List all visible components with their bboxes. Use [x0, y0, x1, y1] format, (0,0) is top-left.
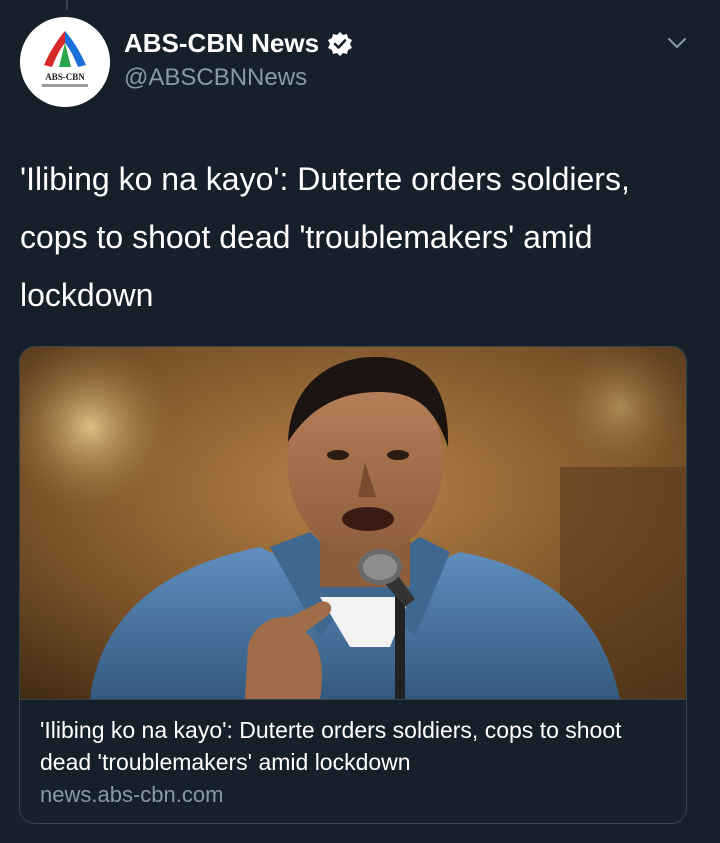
card-domain: news.abs-cbn.com [40, 782, 224, 807]
verified-badge-icon [327, 31, 353, 57]
card-image[interactable] [20, 347, 686, 699]
chevron-down-icon[interactable] [664, 30, 690, 56]
avatar-logo-text: ABS-CBN [45, 72, 85, 82]
thread-line [66, 0, 68, 10]
author-handle[interactable]: @ABSCBNNews [124, 64, 307, 92]
card-body[interactable]: 'Ilibing ko na kayo': Duterte orders sol… [20, 699, 686, 823]
author-display-name[interactable]: ABS-CBN News [124, 28, 319, 59]
man-speaking-photo [20, 347, 686, 699]
author-display-name-row[interactable]: ABS-CBN News [124, 28, 353, 59]
avatar[interactable]: ABS-CBN [20, 17, 110, 107]
tweet: ABS-CBN ABS-CBN News @ABSCBNNews 'Ilibin… [0, 0, 720, 843]
abs-cbn-logo-icon: ABS-CBN [20, 17, 110, 107]
tweet-text: 'Ilibing ko na kayo': Duterte orders sol… [20, 161, 630, 313]
card-title[interactable]: 'Ilibing ko na kayo': Duterte orders sol… [40, 714, 670, 778]
link-card[interactable]: 'Ilibing ko na kayo': Duterte orders sol… [19, 346, 687, 824]
